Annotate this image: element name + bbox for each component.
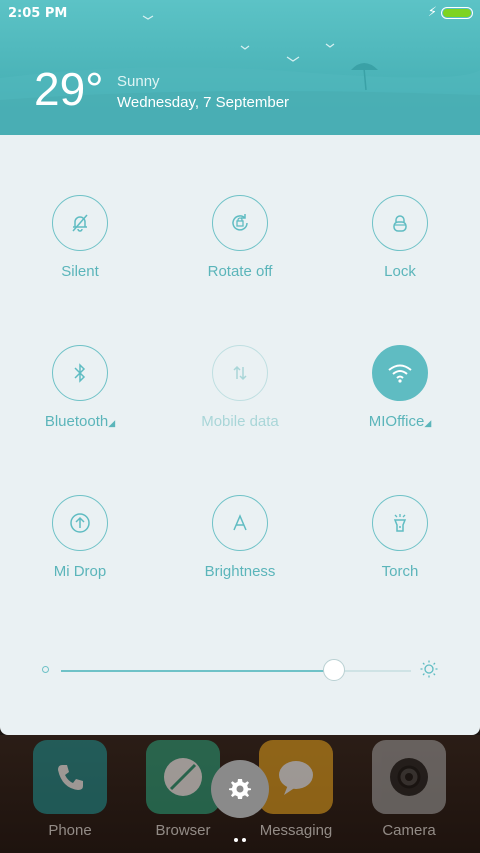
mobile-data-icon <box>212 345 268 401</box>
brightness-high-icon <box>420 660 438 682</box>
toggle-brightness[interactable]: Brightness <box>160 495 320 580</box>
camera-icon <box>372 740 446 814</box>
bluetooth-icon <box>52 345 108 401</box>
temperature: 29° <box>34 63 104 115</box>
toggle-label: Mobile data <box>201 413 279 430</box>
battery-icon <box>441 7 473 19</box>
toggle-label: Lock <box>384 263 416 280</box>
toggle-mi-drop[interactable]: Mi Drop <box>0 495 160 580</box>
page-dot <box>234 838 238 842</box>
app-label: Phone <box>48 822 92 839</box>
flashlight-icon <box>372 495 428 551</box>
menu-arrow-icon: ◢ <box>108 418 116 428</box>
toggle-mobile-data[interactable]: Mobile data <box>160 345 320 430</box>
toggle-label: Silent <box>61 263 99 280</box>
toggle-silent[interactable]: Silent <box>0 195 160 280</box>
page-dot <box>242 838 246 842</box>
date: Wednesday, 7 September <box>117 94 290 111</box>
brightness-low-icon <box>42 666 49 673</box>
dock-app-camera[interactable]: Camera <box>364 740 454 839</box>
settings-button[interactable] <box>211 760 269 818</box>
brightness-slider[interactable] <box>40 656 440 686</box>
toggle-label: MIOffice <box>368 413 425 430</box>
page-indicator <box>232 827 248 846</box>
toggle-lock[interactable]: Lock <box>320 195 480 280</box>
app-label: Messaging <box>259 822 333 839</box>
toggle-wifi[interactable]: MIOffice◢ <box>320 345 480 430</box>
lightning-icon: ⚡ <box>427 5 437 20</box>
dock-app-phone[interactable]: Phone <box>25 740 115 839</box>
toggle-label: Rotate off <box>207 263 273 280</box>
toggle-label: Torch <box>381 563 419 580</box>
messaging-icon <box>259 740 333 814</box>
phone-icon <box>33 740 107 814</box>
browser-icon <box>146 740 220 814</box>
weather-condition: Sunny <box>117 73 160 90</box>
toggle-label: Bluetooth <box>44 413 109 430</box>
menu-arrow-icon: ◢ <box>424 418 432 428</box>
lock-icon <box>372 195 428 251</box>
rotate-lock-icon <box>212 195 268 251</box>
slider-thumb[interactable] <box>323 659 345 681</box>
quick-settings-panel: Silent Rotate off Lock Bluetooth◢ Mobile… <box>0 135 480 735</box>
clock: 2:05 PM <box>8 6 68 21</box>
toggle-rotate[interactable]: Rotate off <box>160 195 320 280</box>
gear-icon <box>229 779 251 799</box>
wifi-icon <box>372 345 428 401</box>
slider-track[interactable] <box>61 670 411 672</box>
bell-off-icon <box>52 195 108 251</box>
toggle-label: Brightness <box>204 563 276 580</box>
toggle-label: Mi Drop <box>53 563 107 580</box>
app-label: Browser <box>155 822 211 839</box>
app-label: Camera <box>382 822 436 839</box>
status-bar: 2:05 PM ⚡ <box>0 0 480 26</box>
upload-icon <box>52 495 108 551</box>
toggle-torch[interactable]: Torch <box>320 495 480 580</box>
slider-fill <box>61 670 334 672</box>
brightness-auto-icon <box>212 495 268 551</box>
toggle-bluetooth[interactable]: Bluetooth◢ <box>0 345 160 430</box>
